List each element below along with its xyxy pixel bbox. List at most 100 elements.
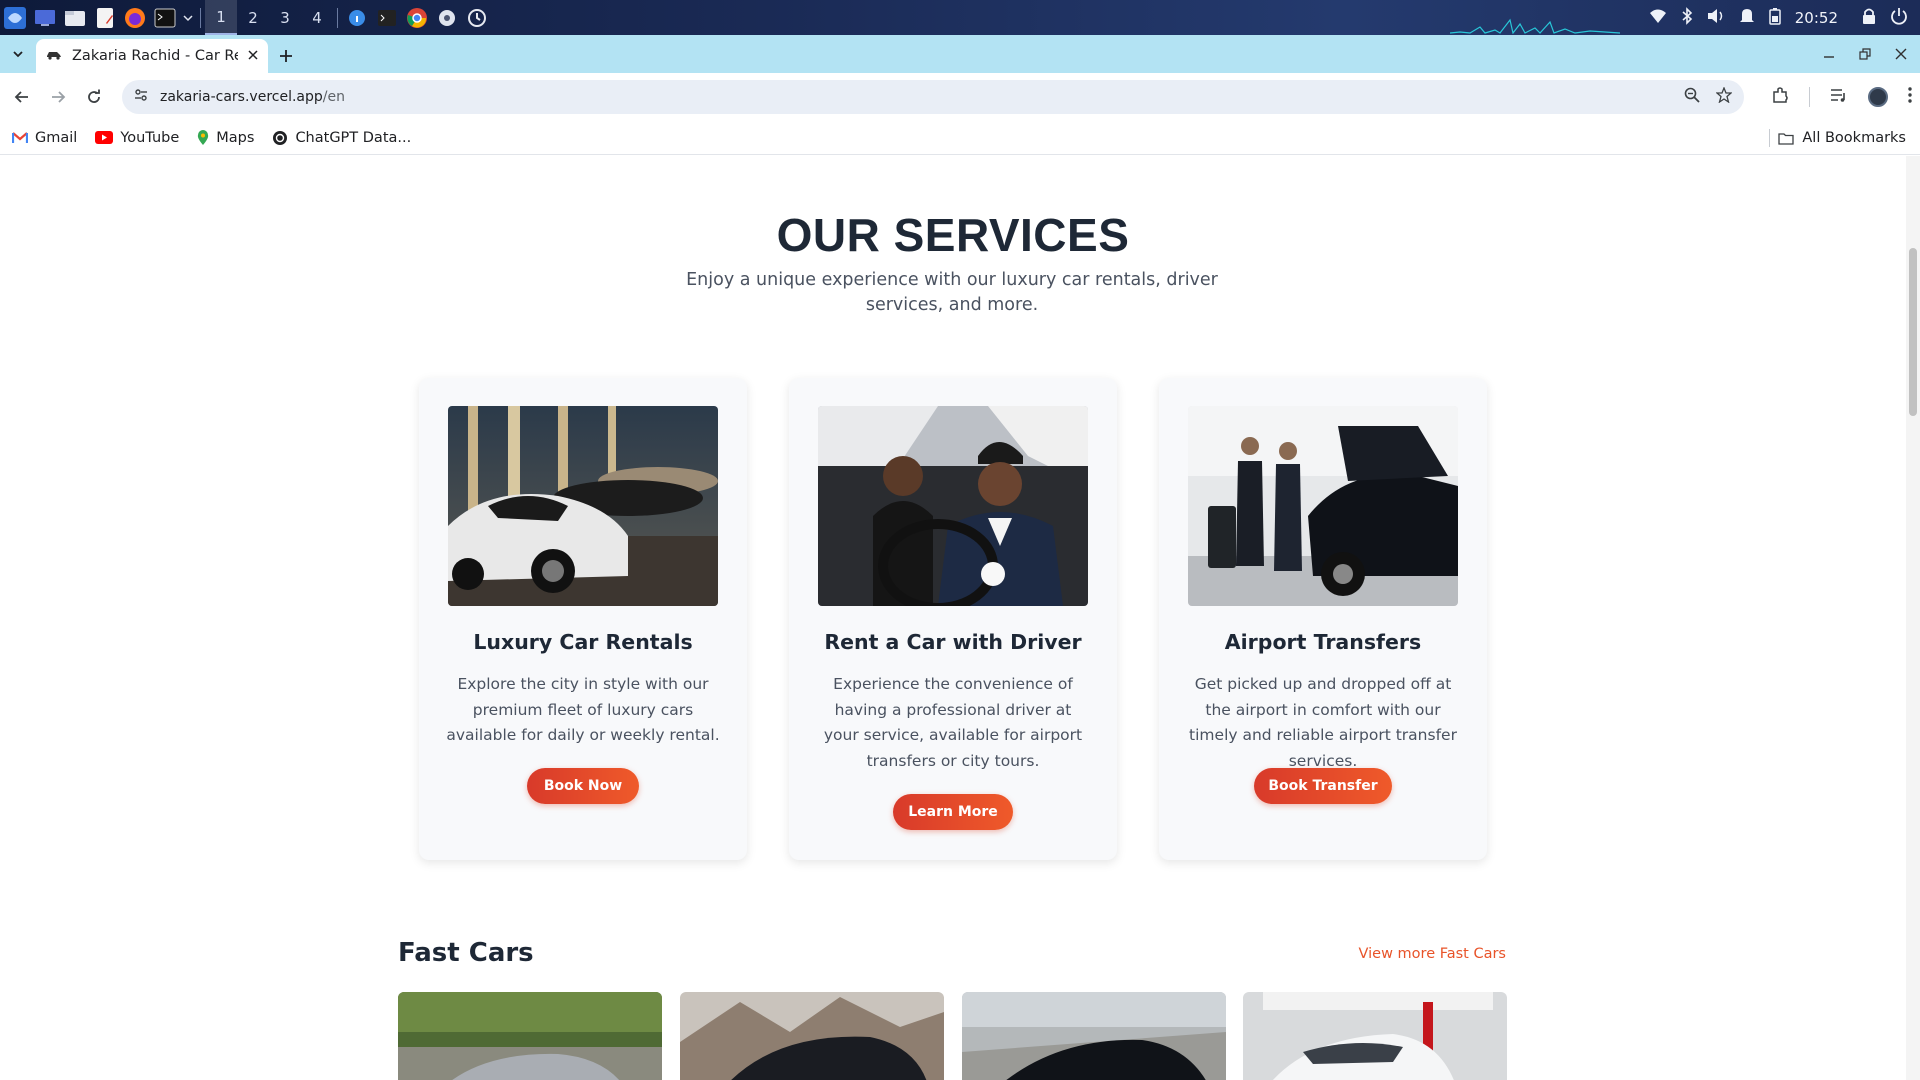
airport-transfer-image [1188,406,1458,606]
view-more-fast-cars-link[interactable]: View more Fast Cars [1359,946,1506,962]
close-icon [1895,48,1907,60]
media-controls-icon[interactable] [1830,87,1848,107]
separator [200,7,201,28]
folder-icon [1778,132,1795,145]
separator [1769,129,1770,147]
firefox-icon[interactable] [120,0,150,35]
all-bookmarks-button[interactable]: All Bookmarks [1778,121,1906,155]
extensions-icon[interactable] [1771,86,1789,108]
chevron-down-icon[interactable] [180,0,196,35]
volume-icon[interactable] [1707,8,1725,28]
bookmarks-bar: Gmail YouTube Maps ChatGPT Data... All B… [0,121,1920,155]
app-icon[interactable] [432,0,462,35]
bookmark-maps[interactable]: Maps [197,129,255,146]
maps-icon [198,129,209,145]
reload-icon [88,89,100,103]
url-host: zakaria-cars.vercel.app [160,89,323,105]
book-now-button[interactable]: Book Now [527,768,639,804]
tab-active[interactable]: Zakaria Rachid - Car Rent [36,39,268,73]
service-card-driver: Rent a Car with Driver Experience the co… [789,378,1117,860]
card-description: Experience the convenience of having a p… [823,675,1083,770]
minimize-button[interactable] [1816,41,1842,67]
fast-car-card[interactable] [1243,992,1507,1080]
files-icon[interactable] [60,0,90,35]
workspace-2[interactable]: 2 [237,0,269,35]
restore-icon [1859,48,1871,60]
learn-more-button[interactable]: Learn More [893,794,1013,830]
service-card-luxury: Luxury Car Rentals Explore the city in s… [419,378,747,860]
tab-strip: Zakaria Rachid - Car Rent [0,35,1920,73]
bookmark-chatgpt[interactable]: ChatGPT Data... [272,130,411,146]
workspace-1[interactable]: 1 [205,0,237,35]
terminal-icon[interactable] [150,0,180,35]
battery-icon[interactable] [1769,7,1781,29]
tab-title: Zakaria Rachid - Car Rent [72,48,238,64]
card-description: Get picked up and dropped off at the air… [1189,675,1457,770]
terminal-window-icon[interactable] [372,0,402,35]
fast-car-card[interactable] [398,992,662,1080]
forward-button[interactable] [40,79,76,115]
workspace-4[interactable]: 4 [301,0,333,35]
close-tab-icon[interactable] [248,48,258,64]
os-taskbar: 1 2 3 4 20:52 [0,0,1920,35]
page-viewport: OUR SERVICES Enjoy a unique experience w… [0,156,1906,1080]
address-bar[interactable]: zakaria-cars.vercel.app/en [122,80,1744,114]
info-app-icon[interactable] [342,0,372,35]
card-description: Explore the city in style with our premi… [446,675,720,744]
card-title: Luxury Car Rentals [473,630,693,654]
profile-avatar[interactable] [1868,87,1888,107]
wifi-icon[interactable] [1649,8,1667,28]
more-menu-icon[interactable] [1908,87,1912,107]
arrow-left-icon [14,91,28,103]
site-info-icon[interactable] [134,88,148,106]
arrow-right-icon [52,91,66,103]
workspace-3[interactable]: 3 [269,0,301,35]
separator [1809,87,1810,107]
card-title: Rent a Car with Driver [824,630,1082,654]
minimize-icon [1824,56,1834,58]
url-path: /en [322,89,345,105]
bookmark-label: Gmail [35,129,78,146]
power-icon[interactable] [1890,7,1908,29]
fast-car-card[interactable] [962,992,1226,1080]
card-title: Airport Transfers [1224,630,1422,654]
text-editor-icon[interactable] [90,0,120,35]
services-subtitle: Enjoy a unique experience with our luxur… [686,270,1218,315]
page-scrollbar[interactable] [1906,156,1920,1080]
restore-button[interactable] [1852,41,1878,67]
new-tab-button[interactable] [268,39,304,73]
chrome-icon[interactable] [402,0,432,35]
fast-cars-title: Fast Cars [398,938,534,968]
close-window-button[interactable] [1888,41,1914,67]
luxury-car-image [448,406,718,606]
gmail-icon [12,131,28,143]
notification-icon[interactable] [1739,7,1755,29]
bluetooth-icon[interactable] [1681,6,1693,29]
back-button[interactable] [4,79,40,115]
reload-button[interactable] [76,79,112,115]
app-menu-icon[interactable] [0,0,30,35]
bookmark-star-icon[interactable] [1715,86,1733,107]
desktop-icon[interactable] [30,0,60,35]
browser-toolbar: zakaria-cars.vercel.app/en [0,73,1920,121]
bookmark-label: ChatGPT Data... [295,129,412,146]
services-title: OUR SERVICES [776,209,1130,261]
chatgpt-icon [273,130,288,145]
scrollbar-thumb[interactable] [1909,248,1917,416]
fast-car-card[interactable] [680,992,944,1080]
book-transfer-button[interactable]: Book Transfer [1254,768,1392,804]
clock-app-icon[interactable] [462,0,492,35]
plus-icon [280,50,292,62]
all-bookmarks-label: All Bookmarks [1802,130,1906,146]
lock-icon[interactable] [1862,7,1876,29]
clock[interactable]: 20:52 [1795,9,1838,27]
driver-image [818,406,1088,606]
zoom-icon[interactable] [1684,87,1700,107]
bookmark-youtube[interactable]: YouTube [95,130,179,146]
tab-search-button[interactable] [0,35,36,73]
separator [337,7,338,28]
network-graph-icon [1450,18,1620,34]
chevron-down-icon [13,51,23,58]
bookmark-gmail[interactable]: Gmail [12,130,77,146]
bookmark-label: Maps [216,129,255,146]
